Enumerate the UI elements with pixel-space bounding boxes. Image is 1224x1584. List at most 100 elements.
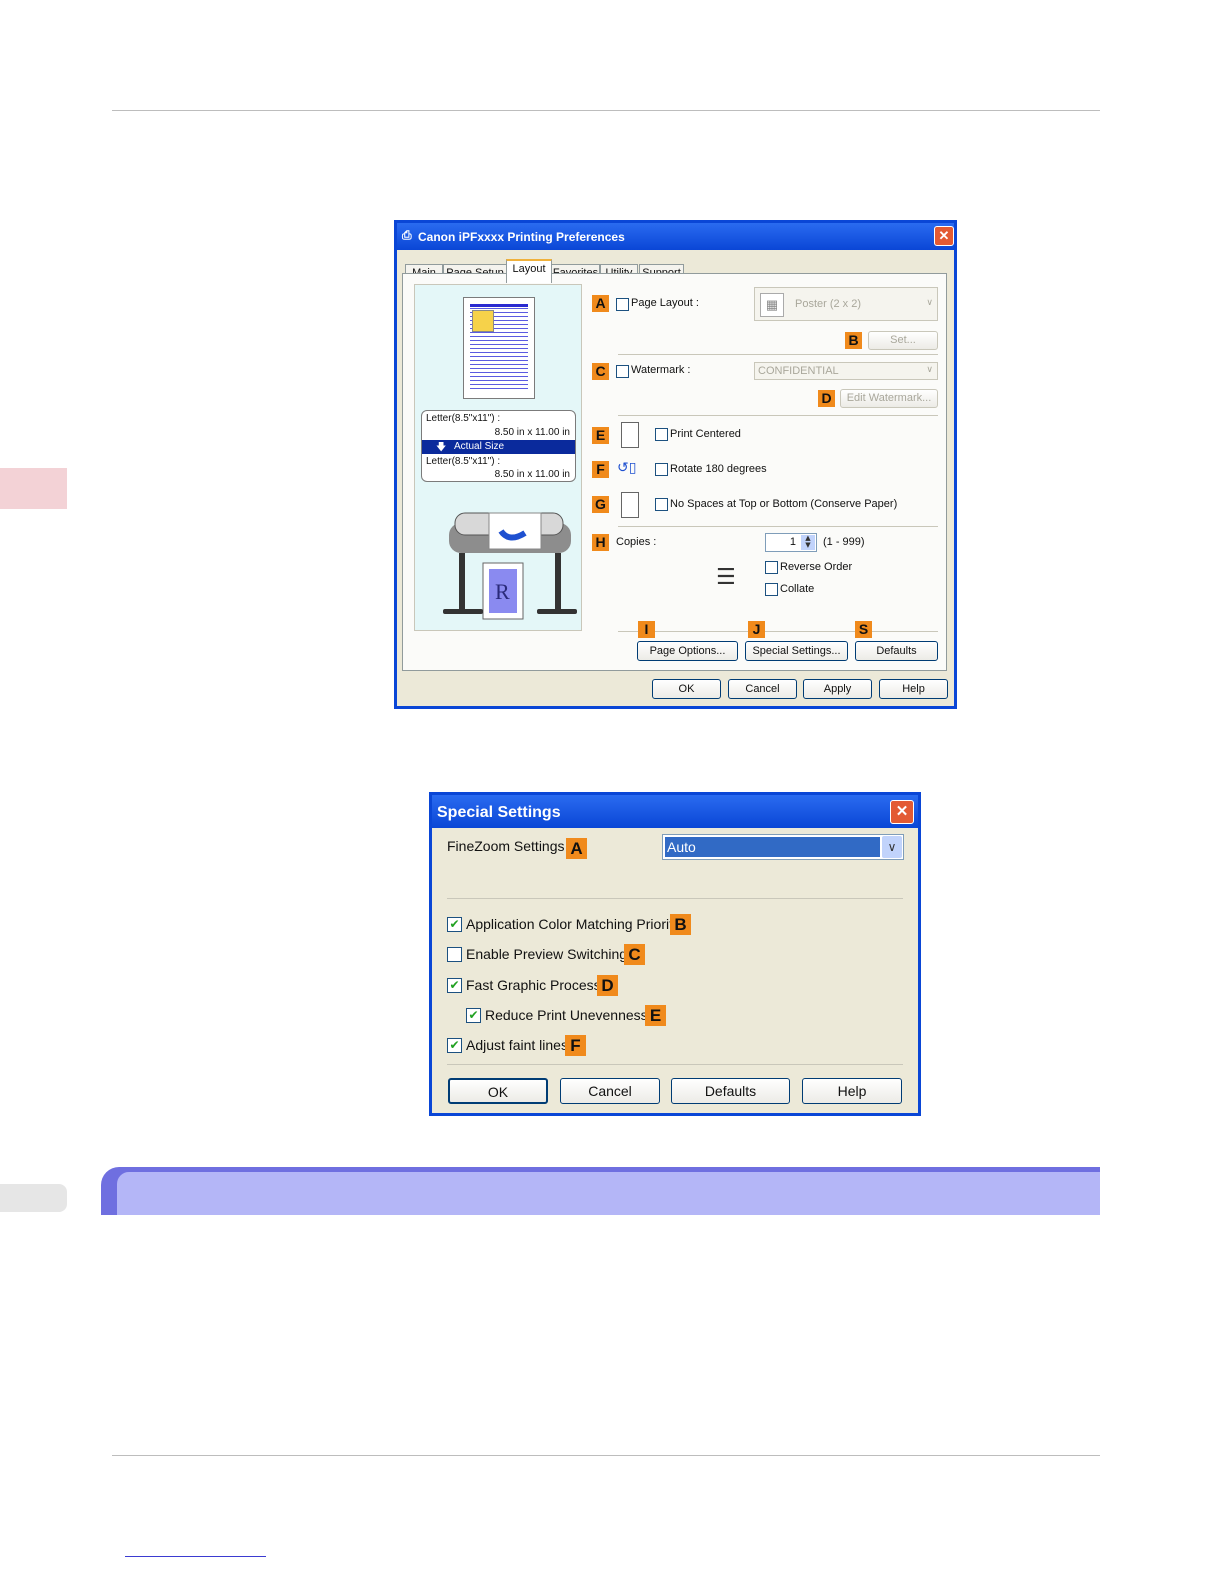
separator — [447, 1064, 903, 1065]
special-help-button[interactable]: Help — [802, 1078, 902, 1104]
preview-switch-label: Enable Preview Switching — [466, 946, 628, 962]
copies-value: 1 — [789, 536, 796, 548]
page-options-button[interactable]: Page Options... — [637, 641, 738, 661]
copies-range: (1 - 999) — [823, 536, 865, 548]
page-layout-checkbox[interactable] — [616, 298, 629, 311]
chevron-down-icon: ∨ — [926, 297, 933, 307]
collate-checkbox[interactable] — [765, 583, 778, 596]
badge-c: C — [592, 363, 609, 380]
rotate-icon: ↺▯ — [617, 460, 637, 476]
spinner-arrows-icon[interactable]: ▲ ▼ — [801, 535, 815, 550]
badge-j: J — [748, 621, 765, 638]
separator — [618, 631, 938, 632]
finezoom-label: FineZoom Settings : — [447, 838, 573, 854]
reverse-order-checkbox[interactable] — [765, 561, 778, 574]
close-icon[interactable]: ✕ — [890, 800, 914, 824]
page-layout-value: Poster (2 x 2) — [795, 298, 862, 310]
print-centered-label: Print Centered — [670, 428, 741, 440]
badge-d: D — [597, 975, 618, 996]
app-color-label: Application Color Matching Priority — [466, 916, 680, 932]
copies-label: Copies : — [616, 536, 657, 548]
finezoom-select[interactable]: Auto ∨ — [662, 834, 904, 860]
special-dialog-title: Special Settings — [437, 804, 561, 821]
stacked-pages-icon: ☰ — [716, 565, 736, 590]
apply-button[interactable]: Apply — [803, 679, 872, 699]
badge-c: C — [624, 944, 645, 965]
paper-info-box: Letter(8.5"x11") : 8.50 in x 11.00 in 🡇 … — [421, 410, 576, 482]
dialog-title: Canon iPFxxxx Printing Preferences — [418, 230, 625, 244]
header-rule — [112, 110, 1100, 111]
rotate-checkbox[interactable] — [655, 463, 668, 476]
badge-e: E — [645, 1005, 666, 1026]
footer-rule — [112, 1455, 1100, 1456]
chevron-down-icon[interactable]: ∨ — [882, 836, 902, 858]
defaults-button[interactable]: Defaults — [855, 641, 938, 661]
badge-s: S — [855, 621, 872, 638]
paper-size1: 8.50 in x 11.00 in — [494, 427, 570, 438]
badge-b: B — [670, 914, 691, 935]
faint-lines-label: Adjust faint lines — [466, 1037, 568, 1053]
separator — [447, 898, 903, 899]
preview-area: Letter(8.5"x11") : 8.50 in x 11.00 in 🡇 … — [414, 284, 582, 631]
down-arrow-icon: 🡇 — [436, 442, 447, 453]
ok-button[interactable]: OK — [652, 679, 721, 699]
edit-watermark-button[interactable]: Edit Watermark... — [840, 389, 938, 408]
set-button[interactable]: Set... — [868, 331, 938, 350]
badge-b: B — [845, 332, 862, 349]
image-icon — [472, 310, 494, 332]
paper-size2: 8.50 in x 11.00 in — [494, 469, 570, 480]
copies-spinner[interactable]: 1 ▲ ▼ — [765, 533, 817, 552]
finezoom-value: Auto — [667, 839, 696, 855]
special-defaults-button[interactable]: Defaults — [671, 1078, 790, 1104]
watermark-select[interactable]: CONFIDENTIAL ∨ — [754, 362, 938, 380]
scaling-label: Actual Size — [454, 441, 505, 452]
special-settings-button[interactable]: Special Settings... — [745, 641, 848, 661]
svg-text:R: R — [495, 579, 510, 604]
watermark-label: Watermark : — [631, 364, 691, 376]
no-spaces-checkbox[interactable] — [655, 498, 668, 511]
printer-icon: ⎙ — [402, 228, 412, 242]
separator — [618, 354, 938, 355]
close-icon[interactable]: ✕ — [934, 226, 954, 246]
special-title-bar[interactable]: Special Settings ✕ — [432, 795, 918, 828]
page-layout-select[interactable]: ▦ Poster (2 x 2) ∨ — [754, 287, 938, 321]
badge-d: D — [818, 390, 835, 407]
faint-lines-checkbox[interactable]: ✔ — [447, 1038, 462, 1053]
page-preview — [463, 297, 535, 399]
reverse-order-label: Reverse Order — [780, 561, 853, 573]
rotate-label: Rotate 180 degrees — [670, 463, 767, 475]
collate-label: Collate — [780, 583, 815, 595]
badge-g: G — [592, 496, 609, 513]
badge-a: A — [592, 295, 609, 312]
badge-h: H — [592, 534, 609, 551]
tab-layout[interactable]: Layout — [506, 259, 552, 283]
badge-f: F — [565, 1035, 586, 1056]
help-button[interactable]: Help — [879, 679, 948, 699]
badge-e: E — [592, 427, 609, 444]
scaling-bar: 🡇 Actual Size — [422, 440, 575, 454]
preview-switch-checkbox[interactable] — [447, 947, 462, 962]
page-side-tab — [0, 1184, 67, 1212]
footer-link-underline[interactable] — [125, 1556, 266, 1557]
section-band — [101, 1167, 1100, 1215]
chevron-down-icon: ∨ — [926, 364, 933, 374]
title-bar[interactable]: ⎙ Canon iPFxxxx Printing Preferences ✕ — [397, 223, 954, 250]
separator — [618, 415, 938, 416]
special-ok-button[interactable]: OK — [448, 1078, 548, 1104]
separator — [618, 526, 938, 527]
printer-illustration: R — [443, 512, 577, 620]
no-spaces-label: No Spaces at Top or Bottom (Conserve Pap… — [670, 498, 898, 510]
print-centered-checkbox[interactable] — [655, 428, 668, 441]
app-color-checkbox[interactable]: ✔ — [447, 917, 462, 932]
badge-i: I — [638, 621, 655, 638]
cancel-button[interactable]: Cancel — [728, 679, 797, 699]
paper-line2: Letter(8.5"x11") : — [426, 456, 501, 467]
fast-graphic-label: Fast Graphic Process — [466, 977, 601, 993]
conserve-paper-icon — [621, 492, 639, 518]
watermark-checkbox[interactable] — [616, 365, 629, 378]
print-centered-icon — [621, 422, 639, 448]
reduce-unevenness-checkbox[interactable]: ✔ — [466, 1008, 481, 1023]
special-cancel-button[interactable]: Cancel — [560, 1078, 660, 1104]
fast-graphic-checkbox[interactable]: ✔ — [447, 978, 462, 993]
watermark-value: CONFIDENTIAL — [758, 365, 839, 377]
